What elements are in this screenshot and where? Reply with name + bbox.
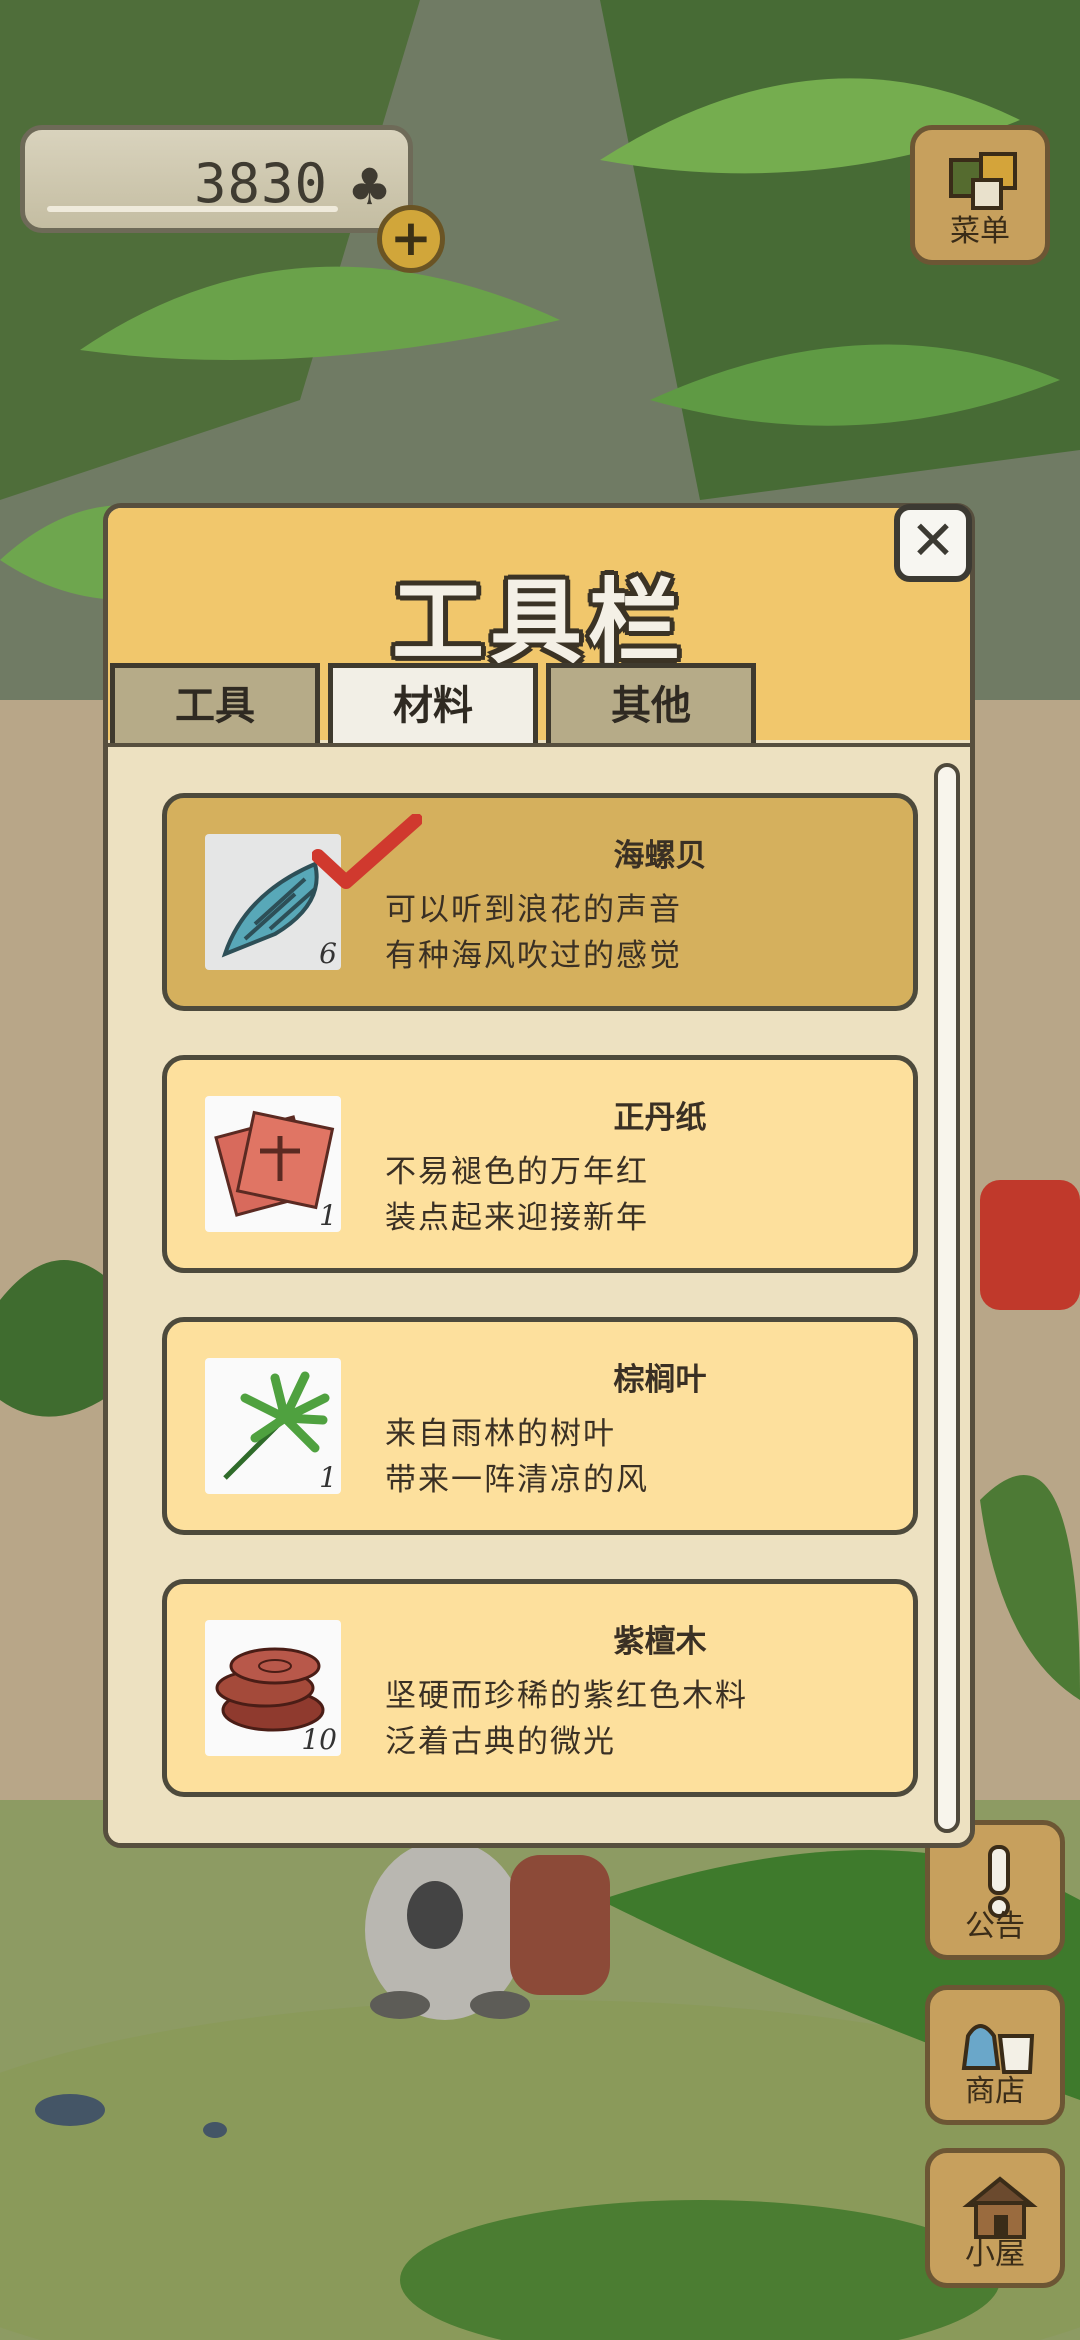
list-item[interactable]: 1 正丹纸 不易褪色的万年红 装点起来迎接新年	[162, 1055, 918, 1273]
item-name: 棕榈叶	[613, 1362, 707, 1398]
item-thumbnail: 1	[205, 1358, 341, 1494]
item-description-line2: 装点起来迎接新年	[385, 1200, 649, 1236]
item-count: 1	[319, 1461, 337, 1494]
tab-other[interactable]: 其他	[546, 663, 756, 743]
clover-icon: ♣	[347, 158, 392, 216]
house-label: 小屋	[965, 2237, 1025, 2272]
clover-counter: 3830 ♣	[20, 125, 413, 233]
notice-label: 公告	[965, 1909, 1025, 1944]
item-description-line2: 泛着古典的微光	[385, 1724, 616, 1760]
tab-materials[interactable]: 材料	[328, 663, 538, 743]
list-item[interactable]: 10 紫檀木 坚硬而珍稀的紫红色木料 泛着古典的微光	[162, 1579, 918, 1797]
item-description-line1: 来自雨林的树叶	[385, 1416, 616, 1452]
item-description-line1: 坚硬而珍稀的紫红色木料	[385, 1678, 748, 1714]
toolbar-panel: 工具栏 工具 材料 其他 6 海螺贝 可以听到浪花的声音 有种海风吹过的感觉 1…	[103, 503, 975, 1848]
menu-button[interactable]: 菜单	[910, 125, 1050, 265]
item-description-line1: 不易褪色的万年红	[385, 1154, 649, 1190]
item-count: 1	[319, 1199, 337, 1232]
frog-character	[365, 1840, 610, 2020]
item-thumbnail: 10	[205, 1620, 341, 1756]
shop-button[interactable]: 商店	[925, 1985, 1065, 2125]
item-description-line2: 有种海风吹过的感觉	[385, 938, 682, 974]
item-name: 紫檀木	[613, 1624, 707, 1660]
item-list[interactable]: 6 海螺贝 可以听到浪花的声音 有种海风吹过的感觉 1 正丹纸 不易褪色的万年红…	[108, 743, 970, 1843]
checkmark-icon	[312, 814, 422, 889]
item-description-line1: 可以听到浪花的声音	[385, 892, 682, 928]
item-description-line2: 带来一阵清凉的风	[385, 1462, 649, 1498]
list-item[interactable]: 6 海螺贝 可以听到浪花的声音 有种海风吹过的感觉	[162, 793, 918, 1011]
item-count: 10	[301, 1723, 337, 1756]
panel-header: 工具栏 工具 材料 其他	[108, 508, 970, 743]
list-item[interactable]: 1 棕榈叶 来自雨林的树叶 带来一阵清凉的风	[162, 1317, 918, 1535]
item-name: 正丹纸	[613, 1100, 707, 1136]
menu-label: 菜单	[950, 214, 1010, 249]
tab-tools[interactable]: 工具	[110, 663, 320, 743]
panel-title: 工具栏	[391, 569, 686, 676]
house-button[interactable]: 小屋	[925, 2148, 1065, 2288]
item-name: 海螺贝	[613, 838, 707, 874]
item-count: 6	[319, 937, 337, 970]
shop-label: 商店	[965, 2074, 1025, 2109]
item-thumbnail: 1	[205, 1096, 341, 1232]
close-button[interactable]: ✕	[894, 504, 972, 582]
counter-underline	[47, 206, 338, 212]
add-clover-button[interactable]: +	[377, 205, 445, 273]
scrollbar[interactable]	[934, 763, 960, 1833]
